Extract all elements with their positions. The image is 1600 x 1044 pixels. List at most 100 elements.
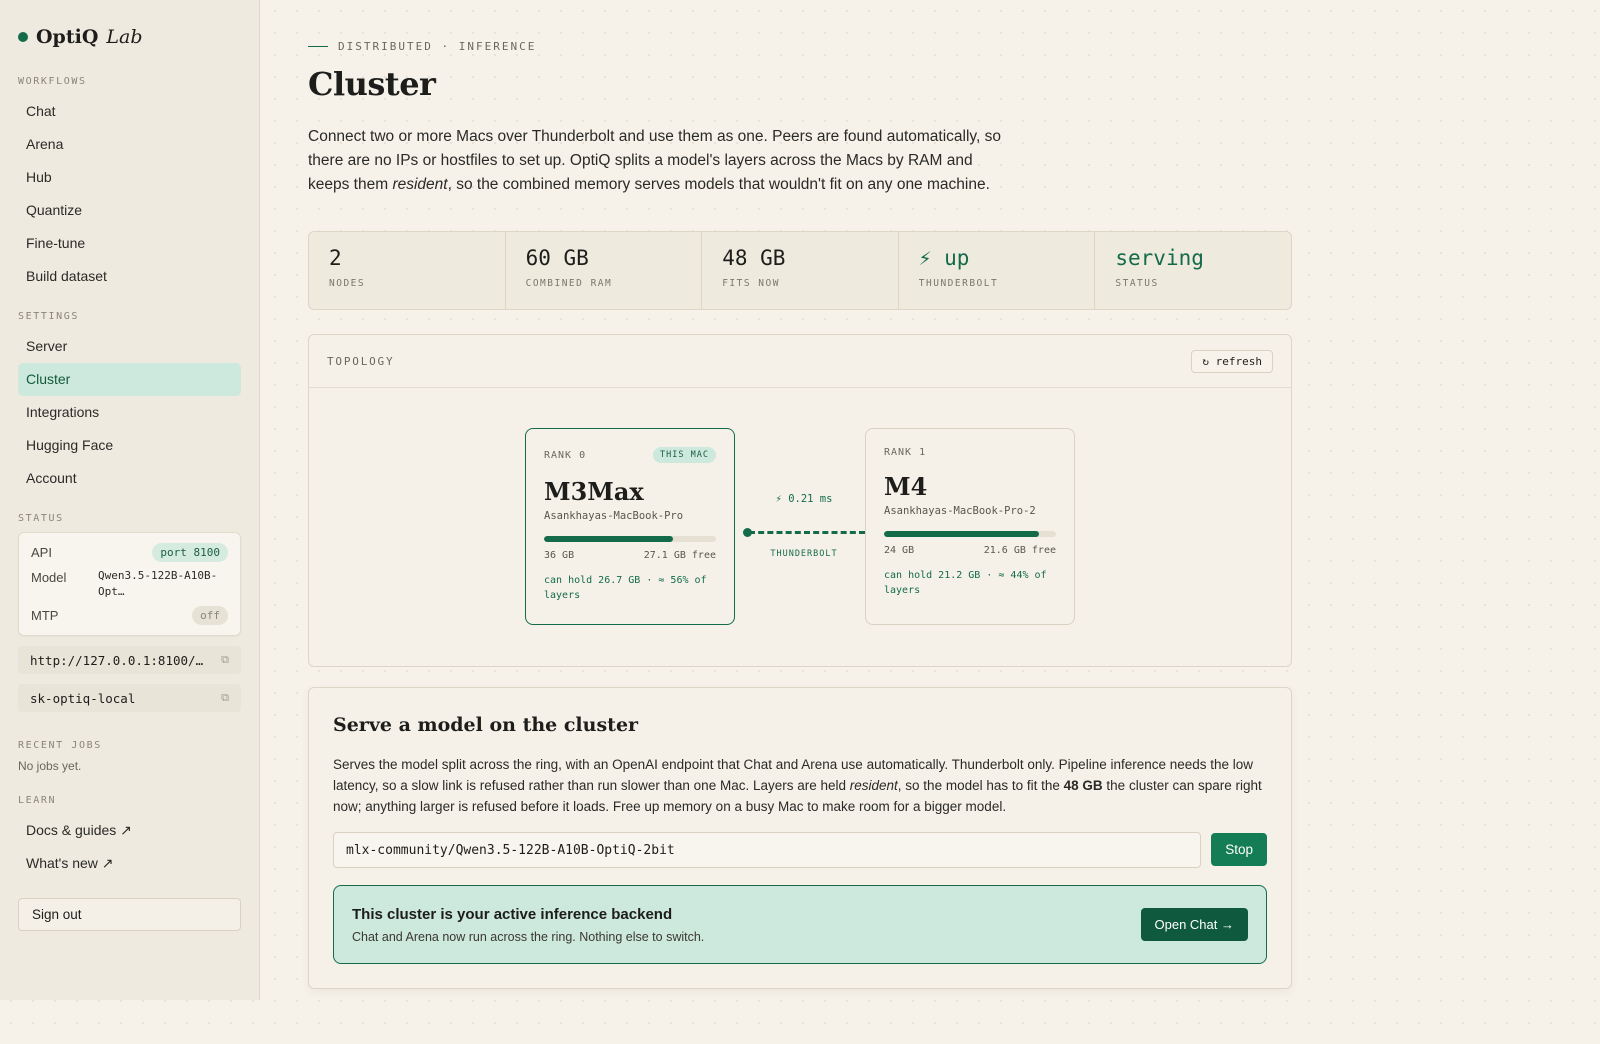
status-api-label: API bbox=[31, 545, 52, 560]
active-backend-subtitle: Chat and Arena now run across the ring. … bbox=[352, 929, 705, 944]
copy-icon[interactable]: ⧉ bbox=[221, 653, 229, 667]
endpoint-url-field[interactable]: http://127.0.0.1:8100/… ⧉ bbox=[18, 646, 241, 674]
memory-bar bbox=[884, 531, 1056, 537]
stat-value: 2 bbox=[329, 246, 342, 270]
sidebar-item-build-dataset[interactable]: Build dataset bbox=[18, 260, 241, 293]
api-key-text: sk-optiq-local bbox=[30, 690, 136, 706]
active-backend-title: This cluster is your active inference ba… bbox=[352, 905, 673, 923]
node-host: Asankhayas-MacBook-Pro-2 bbox=[884, 505, 1036, 517]
sign-out-button[interactable]: Sign out bbox=[18, 898, 241, 931]
node-free: 21.6 GB free bbox=[983, 545, 1056, 556]
node-header: RANK 1 bbox=[884, 447, 1056, 458]
eyebrow-line bbox=[308, 46, 328, 47]
node-header: RANK 0 THIS MAC bbox=[544, 447, 716, 463]
sidebar-item-account[interactable]: Account bbox=[18, 462, 241, 495]
eyebrow-text: DISTRIBUTED · INFERENCE bbox=[338, 40, 537, 53]
link-latency: ⚡ 0.21 ms bbox=[775, 493, 833, 505]
sidebar-item-cluster[interactable]: Cluster bbox=[18, 363, 241, 396]
stat-label: FITS NOW bbox=[722, 278, 780, 289]
sidebar-item-chat[interactable]: Chat bbox=[18, 95, 241, 128]
main-content: DISTRIBUTED · INFERENCE Cluster Connect … bbox=[308, 40, 1292, 989]
node-name: M3Max bbox=[544, 477, 644, 506]
brand-logo[interactable]: OptiQ Lab bbox=[18, 26, 241, 48]
stat-label: THUNDERBOLT bbox=[918, 278, 999, 289]
node-ram: 24 GB bbox=[884, 545, 915, 556]
node-name: M4 bbox=[884, 472, 928, 501]
topology-panel: TOPOLOGY ↻ refresh RANK 0 THIS MAC M3Max… bbox=[308, 334, 1292, 667]
stat-label: NODES bbox=[329, 278, 366, 289]
node-card-rank-0[interactable]: RANK 0 THIS MAC M3Max Asankhayas-MacBook… bbox=[525, 428, 735, 625]
stop-button[interactable]: Stop bbox=[1211, 833, 1267, 866]
status-api-badge: port 8100 bbox=[152, 543, 228, 562]
stat-value: 48 GB bbox=[722, 246, 786, 270]
brand-suffix: Lab bbox=[106, 26, 143, 48]
sidebar-item-hugging-face[interactable]: Hugging Face bbox=[18, 429, 241, 462]
eyebrow: DISTRIBUTED · INFERENCE bbox=[308, 40, 1292, 53]
memory-row: 36 GB 27.1 GB free bbox=[544, 550, 716, 561]
node-rank: RANK 0 bbox=[544, 449, 587, 461]
thunderbolt-link bbox=[743, 523, 865, 543]
node-capacity: can hold 21.2 GB · ≈ 44% of layers bbox=[884, 570, 1047, 596]
status-heading: STATUS bbox=[18, 513, 64, 524]
settings-heading: SETTINGS bbox=[18, 311, 79, 322]
serve-controls: Stop bbox=[333, 832, 1267, 868]
workflows-heading: WORKFLOWS bbox=[18, 76, 87, 87]
brand-name: OptiQ bbox=[36, 26, 99, 48]
memory-bar bbox=[544, 536, 716, 542]
serve-desc-emphasis: resident bbox=[849, 778, 898, 793]
topology-title: TOPOLOGY bbox=[327, 354, 395, 368]
page-title: Cluster bbox=[308, 65, 436, 103]
endpoint-url-text: http://127.0.0.1:8100/… bbox=[30, 652, 204, 668]
stat-label: COMBINED RAM bbox=[525, 278, 613, 289]
status-mtp-label: MTP bbox=[31, 608, 59, 623]
memory-bar-fill bbox=[544, 536, 673, 542]
settings-nav: SETTINGS Server Cluster Integrations Hug… bbox=[18, 311, 241, 495]
memory-row: 24 GB 21.6 GB free bbox=[884, 545, 1056, 556]
stat-value: serving bbox=[1115, 246, 1204, 270]
status-mtp-badge: off bbox=[192, 606, 228, 625]
stat-combined-ram: 60 GB COMBINED RAM bbox=[506, 232, 703, 309]
stat-thunderbolt: ⚡ up THUNDERBOLT bbox=[899, 232, 1096, 309]
intro-part: , so the combined memory serves models t… bbox=[447, 176, 990, 193]
stat-value: ⚡ up bbox=[918, 246, 970, 270]
node-rank: RANK 1 bbox=[884, 447, 927, 458]
status-model-row: Model Qwen3.5-122B-A10B-Opt… bbox=[31, 568, 228, 600]
recent-jobs-empty: No jobs yet. bbox=[18, 759, 82, 773]
node-host: Asankhayas-MacBook-Pro bbox=[544, 510, 684, 522]
sidebar-item-whats-new[interactable]: What's new ↗ bbox=[18, 847, 241, 880]
status-card: API port 8100 Model Qwen3.5-122B-A10B-Op… bbox=[18, 532, 241, 636]
brand-dot-icon bbox=[18, 32, 28, 42]
node-card-rank-1[interactable]: RANK 1 M4 Asankhayas-MacBook-Pro-2 24 GB… bbox=[865, 428, 1075, 625]
sidebar-item-integrations[interactable]: Integrations bbox=[18, 396, 241, 429]
stats-bar: 2 NODES 60 GB COMBINED RAM 48 GB FITS NO… bbox=[308, 231, 1292, 310]
sidebar-item-hub[interactable]: Hub bbox=[18, 161, 241, 194]
stat-nodes: 2 NODES bbox=[309, 232, 506, 309]
status-api-row: API port 8100 bbox=[31, 543, 228, 562]
model-input[interactable] bbox=[333, 832, 1202, 868]
link-type-label: THUNDERBOLT bbox=[770, 549, 838, 559]
sidebar-item-fine-tune[interactable]: Fine-tune bbox=[18, 227, 241, 260]
refresh-button[interactable]: ↻ refresh bbox=[1191, 349, 1273, 373]
serve-panel: Serve a model on the cluster Serves the … bbox=[308, 687, 1292, 989]
stat-status: serving STATUS bbox=[1095, 232, 1291, 309]
sidebar-item-quantize[interactable]: Quantize bbox=[18, 194, 241, 227]
sidebar-item-arena[interactable]: Arena bbox=[18, 128, 241, 161]
serve-description: Serves the model split across the ring, … bbox=[333, 754, 1267, 817]
stat-fits-now: 48 GB FITS NOW bbox=[702, 232, 899, 309]
topology-header: TOPOLOGY ↻ refresh bbox=[309, 335, 1291, 388]
workflows-nav: WORKFLOWS Chat Arena Hub Quantize Fine-t… bbox=[18, 76, 241, 293]
sidebar-item-server[interactable]: Server bbox=[18, 330, 241, 363]
learn-heading: LEARN bbox=[18, 795, 57, 806]
serve-desc-part: , so the model has to fit the bbox=[897, 778, 1064, 793]
active-backend-text: This cluster is your active inference ba… bbox=[352, 906, 704, 944]
api-key-field[interactable]: sk-optiq-local ⧉ bbox=[18, 684, 241, 712]
open-chat-button[interactable]: Open Chat → bbox=[1140, 908, 1248, 941]
serve-desc-strong: 48 GB bbox=[1063, 778, 1103, 793]
node-free: 27.1 GB free bbox=[643, 550, 716, 561]
sidebar-item-docs[interactable]: Docs & guides ↗ bbox=[18, 814, 241, 847]
recent-jobs-heading: RECENT JOBS bbox=[18, 740, 102, 751]
copy-icon[interactable]: ⧉ bbox=[221, 691, 229, 705]
this-mac-badge: THIS MAC bbox=[653, 447, 716, 463]
sidebar: OptiQ Lab WORKFLOWS Chat Arena Hub Quant… bbox=[0, 0, 260, 1000]
